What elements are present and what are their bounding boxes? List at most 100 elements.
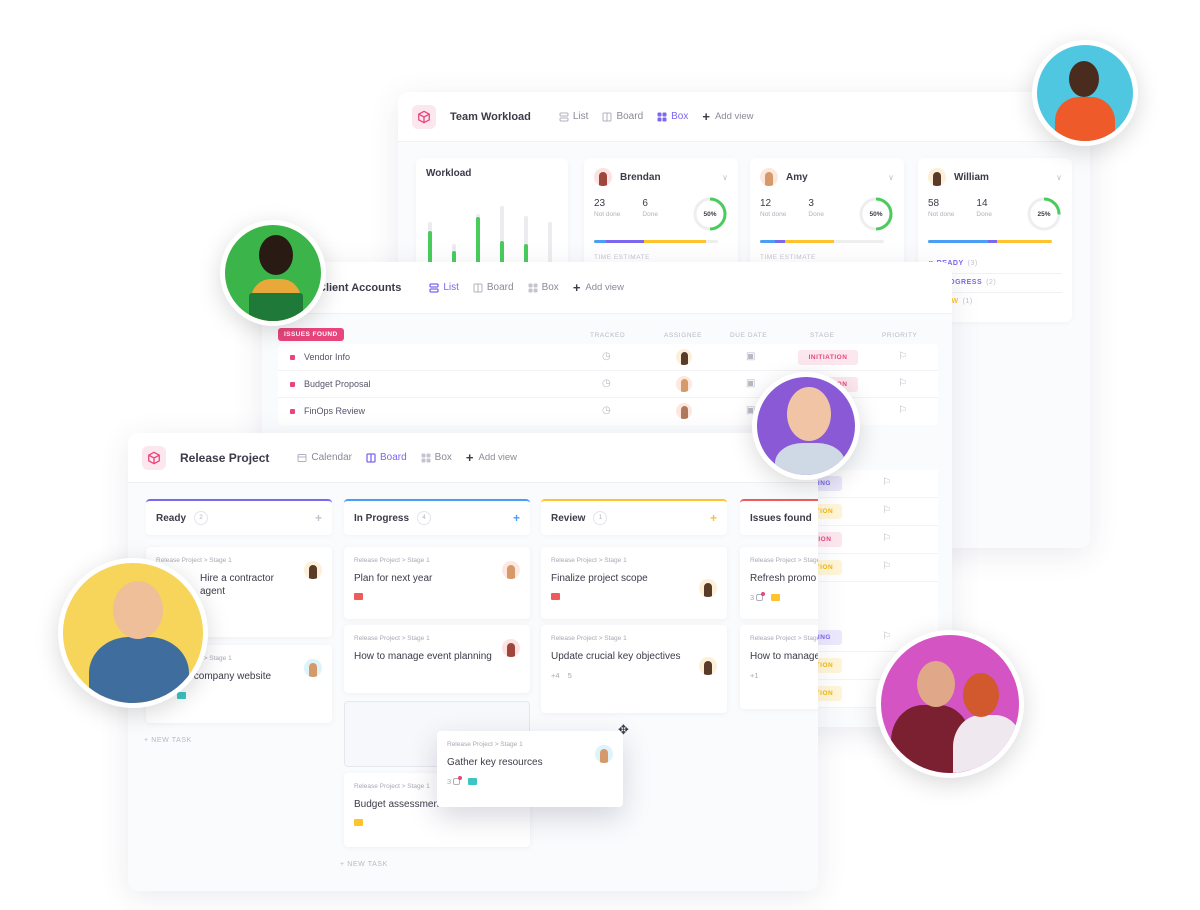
attachments-count[interactable]: 5	[568, 671, 572, 680]
add-view-button[interactable]: + Add view	[466, 451, 517, 464]
workload-bar	[500, 206, 504, 268]
add-view-button[interactable]: + Add view	[573, 281, 624, 294]
subtasks-icon[interactable]: 3	[447, 776, 463, 786]
panel-title: Release Project	[180, 450, 270, 465]
subtasks-icon[interactable]: 3	[750, 592, 766, 602]
flag-icon[interactable]	[354, 819, 363, 826]
flag-icon[interactable]	[468, 778, 478, 785]
assignee-avatar[interactable]	[304, 561, 322, 579]
flag-icon[interactable]: ⚐	[898, 351, 907, 362]
column-header[interactable]: Review 1 +	[541, 499, 727, 535]
tab-calendar[interactable]: Calendar	[297, 452, 352, 463]
task-card[interactable]: Release Project > Stage 1 Refresh promo …	[740, 547, 818, 619]
avatar	[928, 168, 946, 186]
add-task-icon[interactable]: +	[315, 511, 322, 525]
assignee-avatar[interactable]	[502, 639, 520, 657]
plus-icon: +	[572, 280, 581, 295]
column-header[interactable]: Issues found	[740, 499, 818, 535]
tab-list[interactable]: List	[429, 282, 459, 293]
user-photo	[876, 630, 1024, 778]
tab-board[interactable]: Board	[473, 282, 514, 293]
flag-icon[interactable]	[354, 593, 363, 600]
column-review: Review 1 +	[541, 499, 727, 535]
task-card[interactable]: Release Project > Stage 1 Finalize proje…	[541, 547, 727, 619]
assignee-avatar[interactable]	[502, 561, 520, 579]
workload-bars	[428, 200, 558, 268]
task-card[interactable]: Release Project > Stage 1 Update crucial…	[541, 625, 727, 713]
tab-list[interactable]: List	[559, 111, 588, 122]
column-header-stage[interactable]: STAGE	[810, 332, 835, 339]
add-view-button[interactable]: + Add view	[702, 110, 753, 123]
add-task-icon[interactable]: +	[710, 511, 717, 525]
list-icon	[429, 282, 439, 293]
panel-title: Team Workload	[450, 110, 531, 123]
box-icon	[528, 283, 538, 292]
cube-icon	[142, 445, 166, 470]
add-task-icon[interactable]: +	[513, 511, 520, 525]
tab-board[interactable]: Board	[366, 452, 407, 463]
chevron-down-icon[interactable]: ∨	[888, 173, 894, 182]
column-header-assignee[interactable]: ASSIGNEE	[664, 332, 702, 339]
board-icon	[366, 452, 376, 463]
task-card[interactable]: Release Project > Stage 1 How to manage …	[344, 625, 530, 693]
status-progress-bar	[594, 240, 718, 243]
chevron-down-icon[interactable]: ∨	[1056, 173, 1062, 182]
user-photo	[1032, 40, 1138, 146]
calendar-icon	[297, 453, 307, 462]
subtasks-count[interactable]: +4	[551, 671, 560, 680]
column-header[interactable]: Ready 2 +	[146, 499, 332, 535]
status-dot	[290, 355, 295, 360]
avatar	[594, 168, 612, 186]
tab-box[interactable]: Box	[421, 452, 452, 463]
column-header-tracked[interactable]: TRACKED	[590, 332, 625, 339]
assignee-avatar[interactable]	[676, 403, 692, 419]
flag-icon[interactable]: ⚐	[898, 378, 907, 389]
assignee-avatar[interactable]	[676, 349, 692, 365]
status-progress-bar	[928, 240, 1052, 243]
assignee-avatar[interactable]	[595, 745, 613, 763]
tab-board[interactable]: Board	[602, 111, 643, 122]
column-header-priority[interactable]: PRIORITY	[882, 332, 918, 339]
status-dot	[290, 409, 295, 414]
assignee-avatar[interactable]	[676, 376, 692, 392]
assignee-avatar[interactable]	[304, 659, 322, 677]
tab-box[interactable]: Box	[528, 282, 559, 293]
tab-box[interactable]: Box	[657, 111, 688, 122]
cube-icon	[412, 104, 436, 129]
board-icon	[602, 112, 612, 121]
column-header-due-date[interactable]: DUE DATE	[730, 332, 767, 339]
group-tag-issues-found[interactable]: ISSUES FOUND	[278, 328, 344, 341]
workload-header: Team Workload List Board Box + Add view	[398, 92, 1090, 142]
new-task-button[interactable]: + NEW TASK	[144, 737, 192, 744]
chevron-down-icon[interactable]: ∨	[722, 173, 728, 182]
new-task-button[interactable]: + NEW TASK	[340, 861, 388, 868]
stage-pill[interactable]: INITIATION	[798, 350, 858, 365]
task-card[interactable]: Release Project > Stage 1 How to manage …	[740, 625, 818, 709]
plus-icon: +	[465, 450, 474, 465]
task-card[interactable]: Release Project > Stage 1 Plan for next …	[344, 547, 530, 619]
list-icon	[559, 112, 569, 121]
move-cursor-icon: ✥	[618, 722, 629, 737]
column-in-progress: In Progress 4 +	[344, 499, 530, 535]
box-icon	[421, 453, 431, 462]
timer-icon[interactable]: ◷	[602, 351, 611, 362]
timer-icon[interactable]: ◷	[602, 378, 611, 389]
column-header[interactable]: In Progress 4 +	[344, 499, 530, 535]
flag-icon[interactable]	[551, 593, 560, 600]
flag-icon[interactable]: ⚐	[898, 405, 907, 416]
flag-icon[interactable]	[771, 594, 781, 601]
accounts-header: Client Accounts List Board Box + Add view	[262, 262, 952, 314]
assignee-avatar[interactable]	[699, 579, 717, 597]
subtasks-count[interactable]: +1	[750, 671, 759, 680]
column-issues-found: Issues found	[740, 499, 818, 535]
calendar-icon[interactable]: ▣	[746, 351, 755, 362]
workload-chart-card: Workload	[416, 158, 568, 268]
assignee-avatar[interactable]	[699, 657, 717, 675]
list-row[interactable]: Vendor Info ◷ ▣ INITIATION ⚐	[278, 344, 938, 371]
user-photo	[220, 220, 326, 326]
dragging-task-card[interactable]: Release Project > Stage 1 Gather key res…	[437, 731, 623, 807]
user-photo	[58, 558, 208, 708]
calendar-icon[interactable]: ▣	[746, 378, 755, 389]
box-icon	[657, 112, 667, 121]
timer-icon[interactable]: ◷	[602, 405, 611, 416]
